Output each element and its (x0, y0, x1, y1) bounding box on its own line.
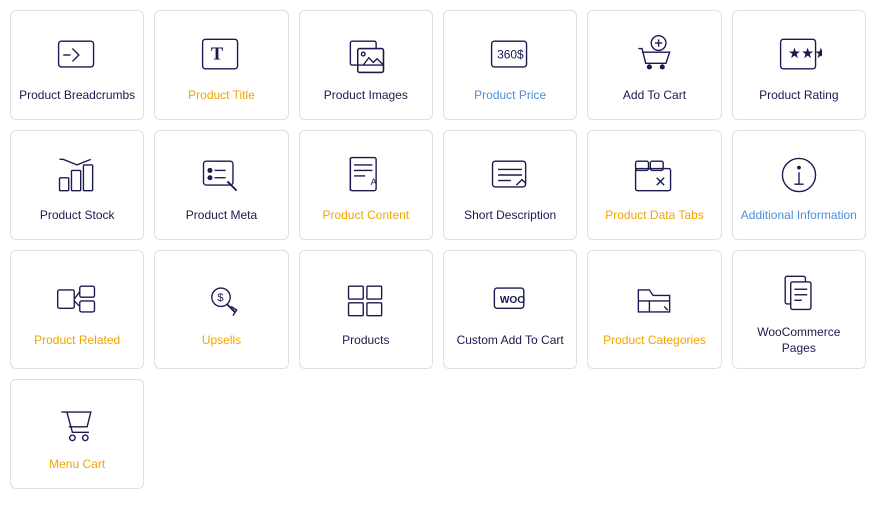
widget-label: Custom Add To Cart (457, 333, 564, 349)
widget-product-related[interactable]: Product Related (10, 250, 144, 369)
widget-product-title[interactable]: T Product Title (154, 10, 288, 120)
widget-product-data-tabs[interactable]: Product Data Tabs (587, 130, 721, 240)
widget-label: Additional Information (741, 208, 857, 224)
related-icon (52, 275, 102, 325)
widget-product-breadcrumbs[interactable]: Product Breadcrumbs (10, 10, 144, 120)
meta-icon (196, 150, 246, 200)
widget-product-images[interactable]: Product Images (299, 10, 433, 120)
widget-menu-cart[interactable]: Menu Cart (10, 379, 144, 489)
widget-additional-information[interactable]: Additional Information (732, 130, 866, 240)
widget-label: Products (342, 333, 389, 349)
widget-label: Product Related (34, 333, 120, 349)
widget-label: Short Description (464, 208, 556, 224)
widget-label: Product Rating (759, 88, 838, 104)
svg-text:WOO: WOO (500, 295, 525, 306)
widget-label: Upsells (202, 333, 241, 349)
widget-custom-add-to-cart[interactable]: WOO Custom Add To Cart (443, 250, 577, 369)
breadcrumbs-icon (52, 30, 102, 80)
widget-product-content[interactable]: A Product Content (299, 130, 433, 240)
svg-text:A: A (370, 177, 377, 187)
title-icon: T (196, 30, 246, 80)
widget-label: Product Price (474, 88, 546, 104)
widget-label: Product Images (324, 88, 408, 104)
widget-products[interactable]: Products (299, 250, 433, 369)
widget-woocommerce-pages[interactable]: WooCommerce Pages (732, 250, 866, 369)
widget-product-categories[interactable]: Product Categories (587, 250, 721, 369)
woo-pages-icon (774, 267, 824, 317)
widget-label: WooCommerce Pages (741, 325, 857, 356)
widget-upsells[interactable]: $ Upsells (154, 250, 288, 369)
stock-icon (52, 150, 102, 200)
widget-label: Product Meta (186, 208, 257, 224)
svg-text:★★★: ★★★ (788, 46, 822, 62)
widget-label: Add To Cart (623, 88, 686, 104)
rating-icon: ★★★ (774, 30, 824, 80)
price-icon: 360$ (485, 30, 535, 80)
widget-label: Menu Cart (49, 457, 105, 473)
menu-cart-icon (52, 399, 102, 449)
upsells-icon: $ (196, 275, 246, 325)
svg-text:$: $ (218, 292, 224, 304)
widget-label: Product Categories (603, 333, 706, 349)
widget-product-stock[interactable]: Product Stock (10, 130, 144, 240)
short-desc-icon (485, 150, 535, 200)
add-to-cart-icon (629, 30, 679, 80)
content-icon: A (341, 150, 391, 200)
data-tabs-icon (629, 150, 679, 200)
widget-product-rating[interactable]: ★★★ Product Rating (732, 10, 866, 120)
svg-text:T: T (211, 44, 223, 64)
images-icon (341, 30, 391, 80)
svg-text:360$: 360$ (497, 48, 524, 62)
widget-product-meta[interactable]: Product Meta (154, 130, 288, 240)
categories-icon (629, 275, 679, 325)
products-icon (341, 275, 391, 325)
custom-cart-icon: WOO (485, 275, 535, 325)
widget-label: Product Data Tabs (605, 208, 704, 224)
widget-label: Product Title (188, 88, 255, 104)
widget-label: Product Content (322, 208, 409, 224)
additional-info-icon (774, 150, 824, 200)
widget-product-price[interactable]: 360$ Product Price (443, 10, 577, 120)
widget-grid: Product Breadcrumbs T Product Title Prod… (10, 10, 866, 489)
widget-label: Product Stock (40, 208, 115, 224)
widget-short-description[interactable]: Short Description (443, 130, 577, 240)
widget-add-to-cart[interactable]: Add To Cart (587, 10, 721, 120)
widget-label: Product Breadcrumbs (19, 88, 135, 104)
